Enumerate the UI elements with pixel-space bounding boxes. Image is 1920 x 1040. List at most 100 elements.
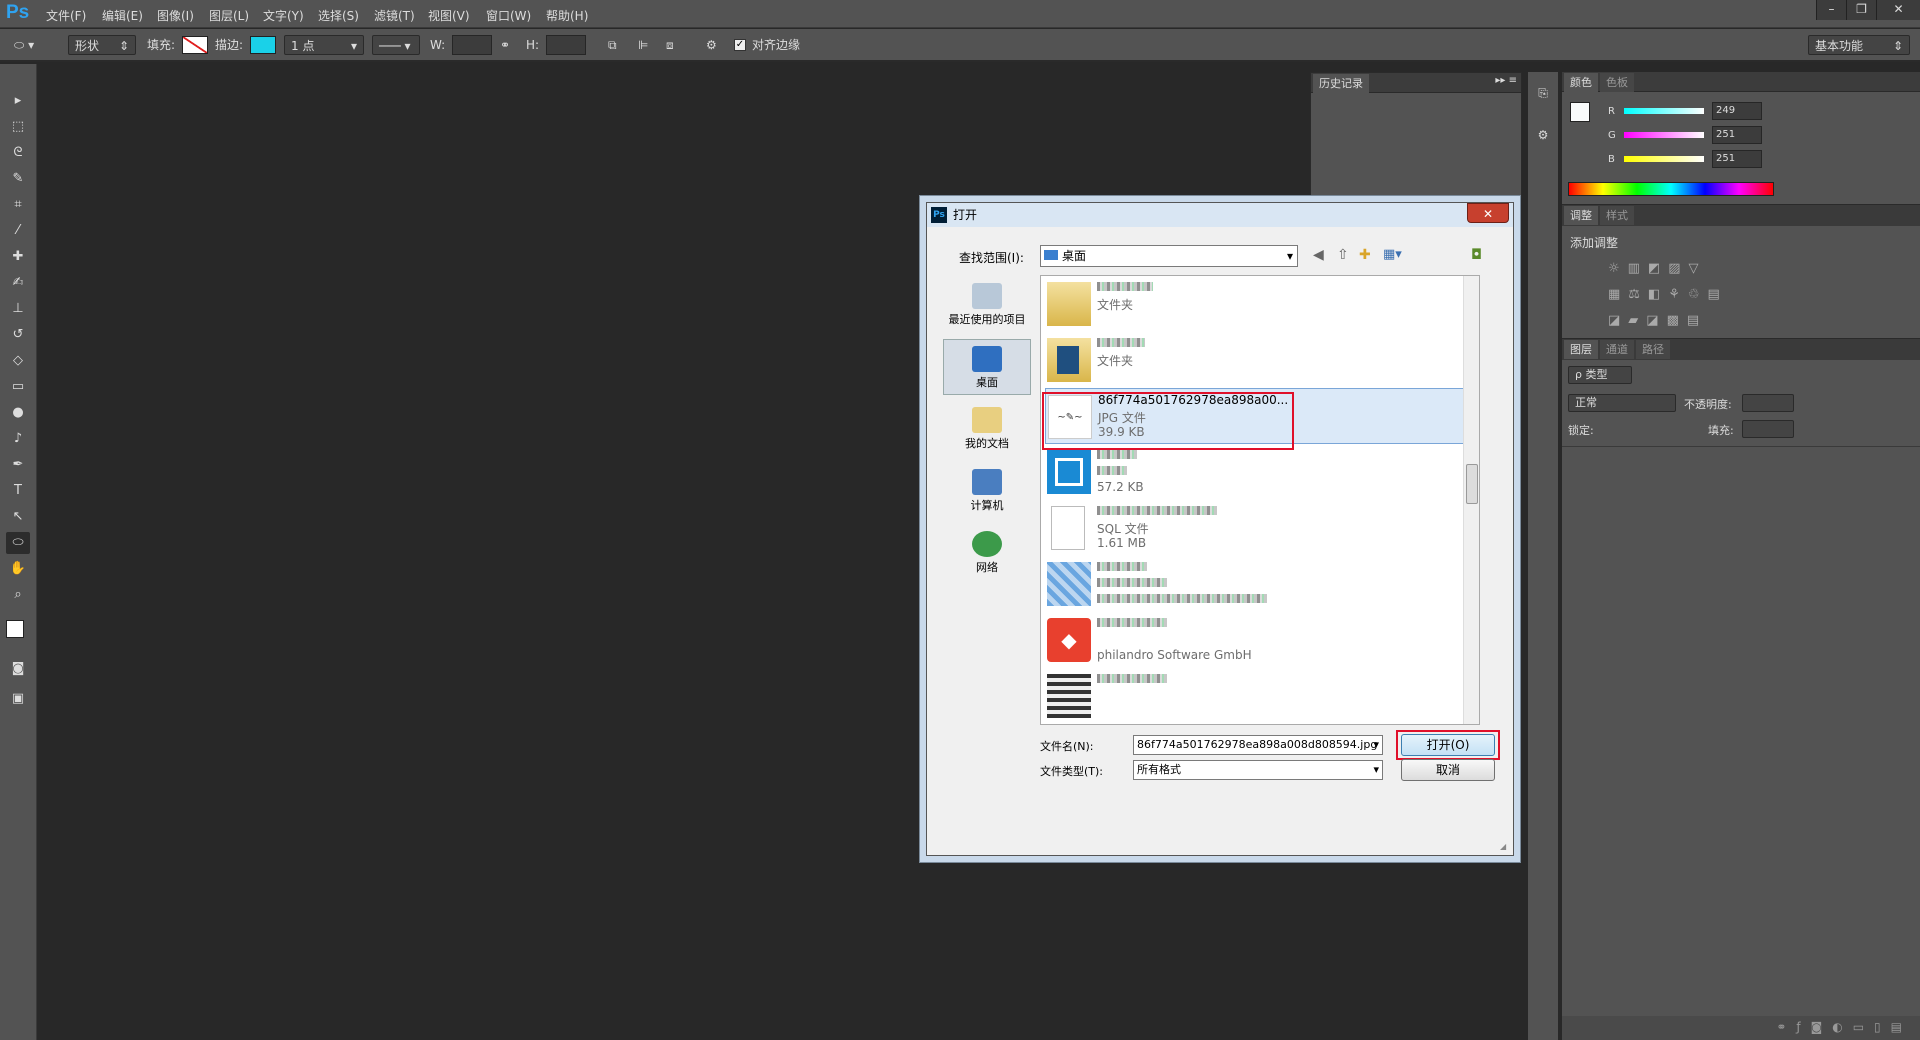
history-tab[interactable]: 历史记录	[1313, 74, 1369, 93]
file-list-scrollbar[interactable]	[1463, 276, 1479, 724]
menu-select[interactable]: 选择(S)	[318, 7, 359, 24]
file-list[interactable]: 文件夹 文件夹 ~✎~ 86f774a501762978ea898a00... …	[1040, 275, 1480, 725]
blur-tool-icon[interactable]: ●	[6, 402, 30, 424]
list-item[interactable]: 文件夹	[1045, 332, 1465, 388]
lasso-tool-icon[interactable]: ᘓ	[6, 142, 30, 164]
adjustment-icons-grid[interactable]: ☼▥◩▨▽ ▦⚖◧⚘♲▤ ◪▰◪▩▤	[1608, 256, 1758, 334]
list-item[interactable]: 57.2 KB	[1045, 444, 1465, 500]
adjustments-tab[interactable]: 调整	[1564, 206, 1598, 225]
properties-dock-icon[interactable]: ⚙	[1532, 128, 1554, 150]
menu-file[interactable]: 文件(F)	[46, 7, 86, 24]
swatches-tab[interactable]: 色板	[1600, 73, 1634, 92]
path-selection-tool-icon[interactable]: ↖	[6, 506, 30, 528]
styles-tab[interactable]: 样式	[1600, 206, 1634, 225]
g-value[interactable]: 251	[1712, 126, 1762, 144]
close-window-button[interactable]: ✕	[1876, 0, 1920, 20]
ellipse-tool-preset-icon[interactable]: ⬭ ▾	[14, 35, 54, 55]
eraser-tool-icon[interactable]: ◇	[6, 350, 30, 372]
scrollbar-thumb[interactable]	[1466, 464, 1478, 504]
place-recent[interactable]: 最近使用的项目	[943, 277, 1031, 333]
tool-mode-select[interactable]: 形状 ⇕	[68, 35, 136, 55]
filetype-select[interactable]: 所有格式 ▾	[1133, 760, 1383, 780]
list-item[interactable]: 文件夹	[1045, 276, 1465, 332]
back-icon[interactable]: ◀	[1313, 247, 1324, 263]
layers-footer-icons[interactable]: ⚭ƒ◙◐▭▯▤	[1562, 1016, 1920, 1040]
list-item[interactable]: ◆ philandro Software GmbH	[1045, 612, 1465, 668]
lookin-select[interactable]: 桌面 ▾	[1040, 245, 1298, 267]
layers-tab[interactable]: 图层	[1564, 340, 1598, 359]
pen-tool-icon[interactable]: ✒	[6, 454, 30, 476]
marquee-tool-icon[interactable]: ⬚	[6, 116, 30, 138]
camera-raw-folder-icon[interactable]: ◘	[1471, 247, 1482, 263]
place-network[interactable]: 网络	[943, 525, 1031, 581]
g-slider[interactable]	[1624, 132, 1704, 138]
panel-menu-icon[interactable]: ▸▸ ≡	[1495, 75, 1517, 86]
stroke-type-select[interactable]: ─── ▾	[372, 35, 420, 55]
blend-mode-select[interactable]: 正常	[1568, 394, 1676, 412]
brush-tool-icon[interactable]: ✍	[6, 272, 30, 294]
quick-mask-icon[interactable]: ◙	[6, 658, 30, 680]
menu-view[interactable]: 视图(V)	[428, 7, 470, 24]
foreground-color-swatch[interactable]	[6, 620, 24, 638]
paths-tab[interactable]: 路径	[1636, 340, 1670, 359]
color-tab[interactable]: 颜色	[1564, 73, 1598, 92]
healing-brush-tool-icon[interactable]: ✚	[6, 246, 30, 268]
menu-window[interactable]: 窗口(W)	[486, 7, 531, 24]
quick-selection-tool-icon[interactable]: ✎	[6, 168, 30, 190]
stroke-width-field[interactable]: 1 点 ▾	[284, 35, 364, 55]
dialog-close-button[interactable]: ✕	[1467, 203, 1509, 223]
menu-filter[interactable]: 滤镜(T)	[374, 7, 415, 24]
clone-stamp-tool-icon[interactable]: ⊥	[6, 298, 30, 320]
layers-list[interactable]	[1562, 446, 1920, 1014]
height-input[interactable]	[546, 35, 586, 55]
align-edges-checkbox[interactable]: ✓	[734, 39, 746, 51]
fill-swatch[interactable]	[182, 36, 208, 54]
ellipse-tool-icon[interactable]: ⬭	[6, 532, 30, 554]
b-slider[interactable]	[1624, 156, 1704, 162]
path-alignment-icon[interactable]: ⊫	[638, 35, 648, 55]
menu-image[interactable]: 图像(I)	[157, 7, 194, 24]
dodge-tool-icon[interactable]: ♪	[6, 428, 30, 450]
layer-filter-select[interactable]: ρ 类型	[1568, 366, 1632, 384]
eyedropper-tool-icon[interactable]: ⁄	[6, 220, 30, 242]
list-item[interactable]	[1045, 668, 1465, 724]
list-item[interactable]	[1045, 556, 1465, 612]
minimize-button[interactable]: –	[1816, 0, 1846, 20]
stroke-swatch[interactable]	[250, 36, 276, 54]
path-operations-icon[interactable]: ⧉	[608, 35, 617, 55]
history-brush-tool-icon[interactable]: ↺	[6, 324, 30, 346]
width-input[interactable]	[452, 35, 492, 55]
place-computer[interactable]: 计算机	[943, 463, 1031, 519]
zoom-tool-icon[interactable]: ⌕	[6, 584, 30, 606]
history-dock-icon[interactable]: ⎘	[1532, 86, 1554, 108]
color-spectrum-ramp[interactable]	[1568, 182, 1774, 196]
gradient-tool-icon[interactable]: ▭	[6, 376, 30, 398]
place-desktop[interactable]: 桌面	[943, 339, 1031, 395]
type-tool-icon[interactable]: T	[6, 480, 30, 502]
gear-icon[interactable]: ⚙	[706, 35, 717, 55]
menu-type[interactable]: 文字(Y)	[263, 7, 304, 24]
new-folder-icon[interactable]: ✚	[1359, 247, 1371, 263]
path-arrangement-icon[interactable]: ⧈	[666, 35, 674, 55]
link-icon[interactable]: ⚭	[500, 35, 510, 55]
list-item[interactable]: SQL 文件 1.61 MB	[1045, 500, 1465, 556]
r-slider[interactable]	[1624, 108, 1704, 114]
workspace-select[interactable]: 基本功能 ⇕	[1808, 35, 1910, 55]
hand-tool-icon[interactable]: ✋	[6, 558, 30, 580]
menu-layer[interactable]: 图层(L)	[209, 7, 249, 24]
menu-edit[interactable]: 编辑(E)	[102, 7, 143, 24]
cancel-button[interactable]: 取消	[1401, 759, 1495, 781]
restore-button[interactable]: ❐	[1846, 0, 1876, 20]
r-value[interactable]: 249	[1712, 102, 1762, 120]
channels-tab[interactable]: 通道	[1600, 340, 1634, 359]
view-menu-icon[interactable]: ▦▾	[1383, 247, 1402, 262]
move-tool-icon[interactable]: ▸	[6, 90, 30, 112]
b-value[interactable]: 251	[1712, 150, 1762, 168]
fg-color-swatch[interactable]	[1570, 102, 1590, 122]
opacity-field[interactable]	[1742, 394, 1794, 412]
place-documents[interactable]: 我的文档	[943, 401, 1031, 457]
up-folder-icon[interactable]: ⇧	[1337, 247, 1349, 263]
fill-opacity-field[interactable]	[1742, 420, 1794, 438]
crop-tool-icon[interactable]: ⌗	[6, 194, 30, 216]
menu-help[interactable]: 帮助(H)	[546, 7, 588, 24]
